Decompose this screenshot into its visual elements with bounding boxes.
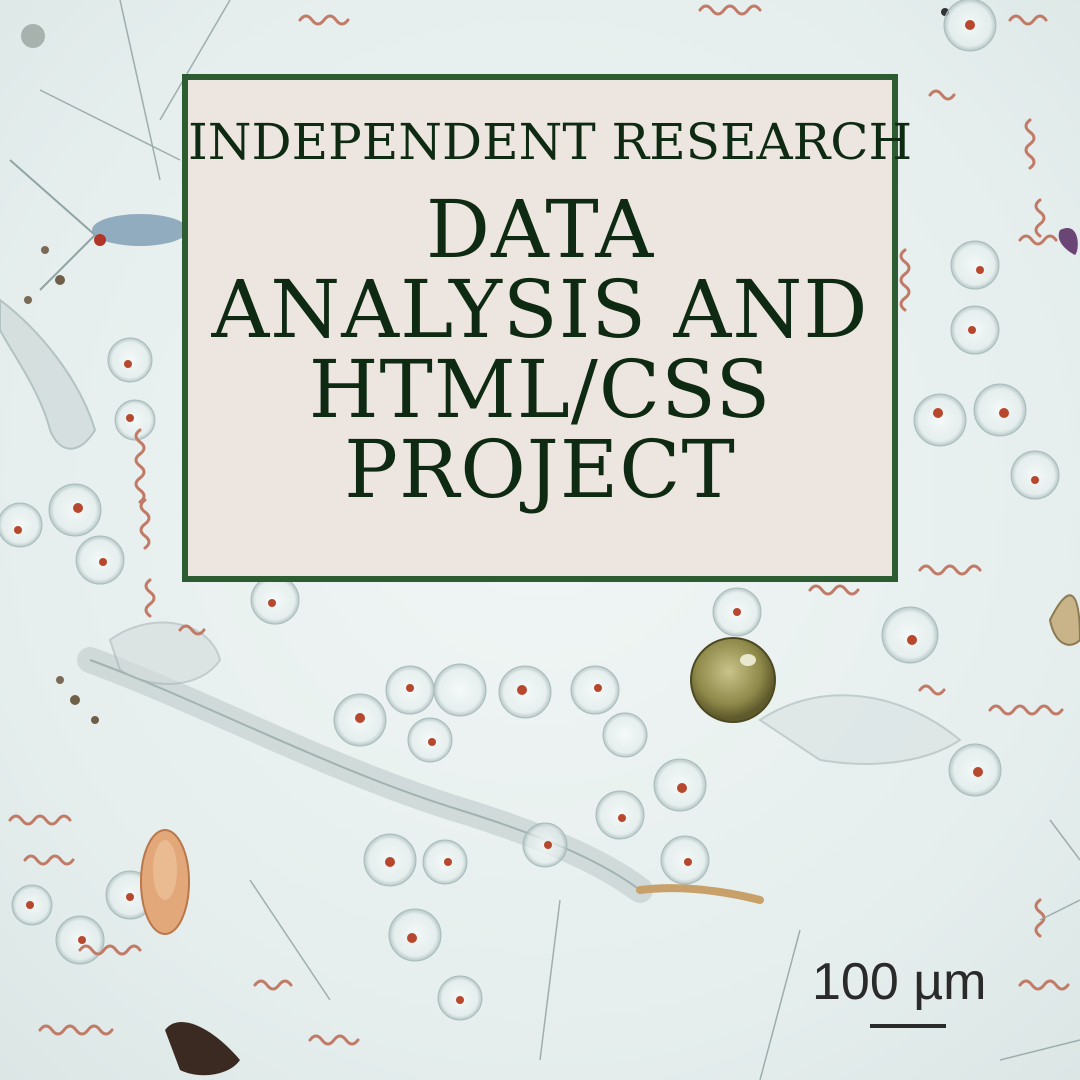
card-title-line: HTML/CSS bbox=[308, 343, 772, 436]
scale-bar-line bbox=[870, 1024, 946, 1028]
scale-bar: 100 µm bbox=[812, 950, 1022, 1040]
card-title-line: PROJECT bbox=[344, 423, 736, 516]
poster: INDEPENDENT RESEARCH DATA ANALYSIS AND H… bbox=[0, 0, 1080, 1080]
card-title-line: DATA bbox=[425, 183, 655, 276]
card-title: DATA ANALYSIS AND HTML/CSS PROJECT bbox=[198, 190, 882, 510]
title-card: INDEPENDENT RESEARCH DATA ANALYSIS AND H… bbox=[182, 74, 913, 582]
card-title-line: ANALYSIS AND bbox=[211, 263, 869, 356]
scale-bar-label: 100 µm bbox=[812, 953, 987, 1011]
card-subtitle: INDEPENDENT RESEARCH bbox=[188, 113, 913, 171]
